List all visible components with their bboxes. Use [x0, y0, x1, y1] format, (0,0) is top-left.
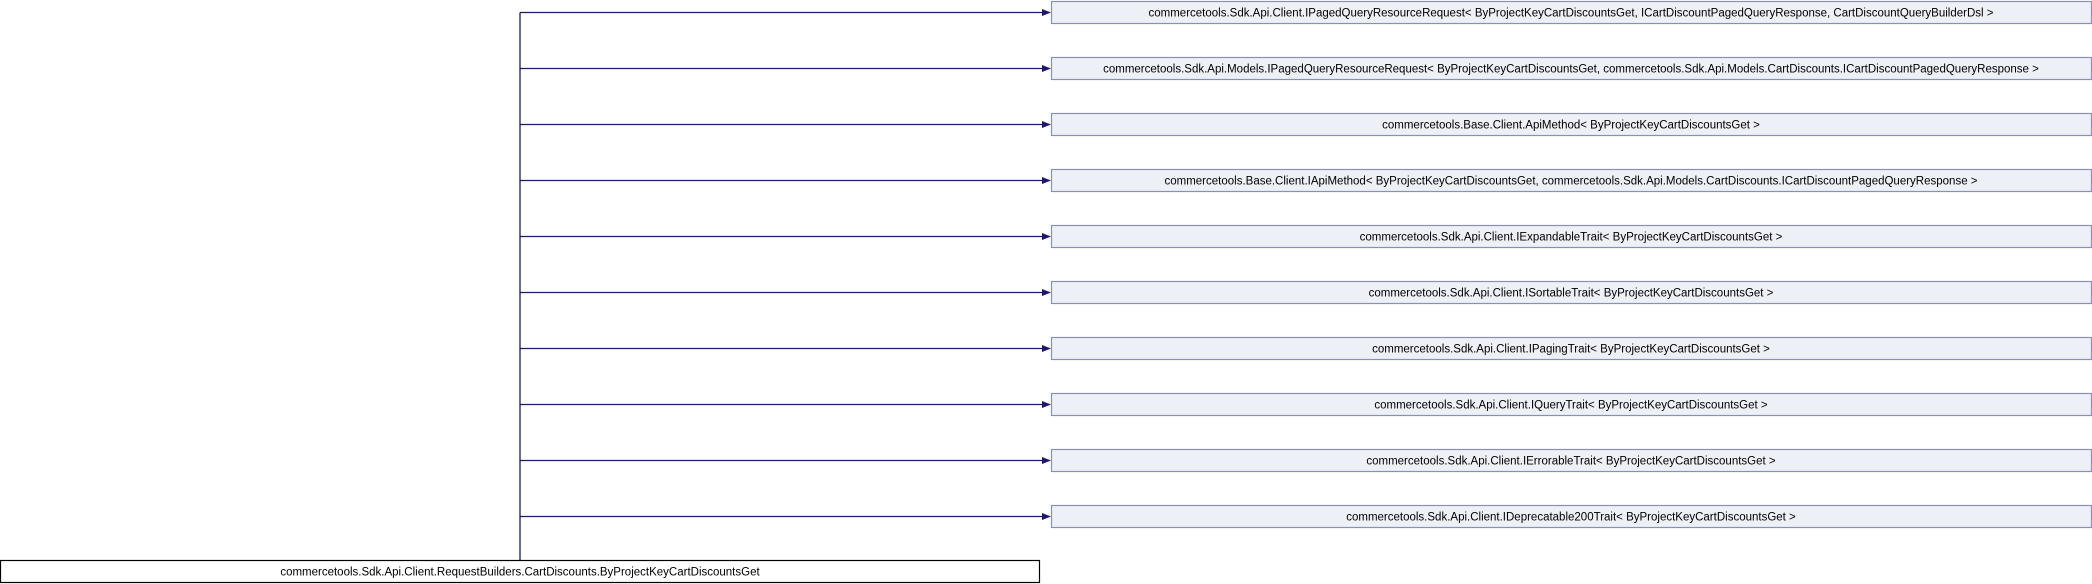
- derived-class-label: commercetools.Sdk.Api.Client.RequestBuil…: [280, 567, 760, 579]
- base-class-label: commercetools.Sdk.Api.Client.IExpandable…: [1360, 232, 1783, 244]
- base-class-label: commercetools.Sdk.Api.Client.IPagingTrai…: [1372, 344, 1770, 356]
- arrowhead-icon: [1042, 65, 1051, 72]
- base-class-label: commercetools.Sdk.Api.Client.IDeprecatab…: [1346, 512, 1796, 524]
- arrowhead-icon: [1042, 345, 1051, 352]
- base-class-node[interactable]: commercetools.Sdk.Api.Client.IPagedQuery…: [1050, 0, 2092, 25]
- base-class-nodes: commercetools.Sdk.Api.Client.IPagedQuery…: [1050, 0, 2092, 529]
- base-class-label: commercetools.Sdk.Api.Client.IQueryTrait…: [1374, 400, 1768, 412]
- base-class-label: commercetools.Sdk.Api.Client.ISortableTr…: [1369, 288, 1774, 300]
- base-class-node[interactable]: commercetools.Sdk.Api.Client.IPagingTrai…: [1050, 336, 2092, 361]
- arrowhead-icon: [1042, 401, 1051, 408]
- inheritance-diagram: commercetools.Sdk.Api.Client.IPagedQuery…: [0, 0, 2092, 584]
- inheritance-edges: [519, 9, 1051, 560]
- arrowhead-icon: [1042, 177, 1051, 184]
- arrowhead-icon: [1042, 513, 1051, 520]
- arrowhead-icon: [1042, 9, 1051, 16]
- base-class-node[interactable]: commercetools.Sdk.Api.Client.ISortableTr…: [1050, 280, 2092, 305]
- base-class-node[interactable]: commercetools.Sdk.Api.Client.IErrorableT…: [1050, 448, 2092, 473]
- base-class-node[interactable]: commercetools.Base.Client.ApiMethod< ByP…: [1050, 112, 2092, 137]
- arrowhead-icon: [1042, 121, 1051, 128]
- arrowhead-icon: [1042, 457, 1051, 464]
- base-class-node[interactable]: commercetools.Base.Client.IApiMethod< By…: [1050, 168, 2092, 193]
- arrowhead-icon: [1042, 289, 1051, 296]
- arrowhead-icon: [1042, 233, 1051, 240]
- base-class-node[interactable]: commercetools.Sdk.Api.Client.IExpandable…: [1050, 224, 2092, 249]
- base-class-label: commercetools.Base.Client.IApiMethod< By…: [1164, 176, 1977, 188]
- base-class-node[interactable]: commercetools.Sdk.Api.Models.IPagedQuery…: [1050, 56, 2092, 81]
- base-class-node[interactable]: commercetools.Sdk.Api.Client.IDeprecatab…: [1050, 504, 2092, 529]
- base-class-label: commercetools.Sdk.Api.Client.IErrorableT…: [1366, 456, 1776, 468]
- base-class-label: commercetools.Sdk.Api.Client.IPagedQuery…: [1149, 8, 1994, 20]
- derived-class-node[interactable]: commercetools.Sdk.Api.Client.RequestBuil…: [0, 559, 1041, 584]
- base-class-label: commercetools.Sdk.Api.Models.IPagedQuery…: [1103, 64, 2039, 76]
- base-class-label: commercetools.Base.Client.ApiMethod< ByP…: [1382, 120, 1760, 132]
- base-class-node[interactable]: commercetools.Sdk.Api.Client.IQueryTrait…: [1050, 392, 2092, 417]
